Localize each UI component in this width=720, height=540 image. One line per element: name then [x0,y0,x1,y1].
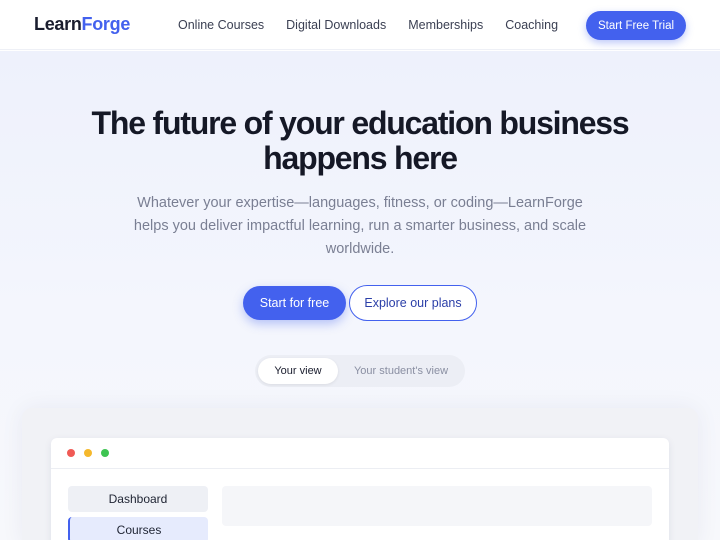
site-header: LearnForge Online Courses Digital Downlo… [0,0,720,50]
logo-part-forge: Forge [81,14,131,34]
explore-plans-button[interactable]: Explore our plans [349,285,477,321]
window-close-dot [67,449,75,457]
content-placeholder [222,486,652,526]
logo[interactable]: LearnForge [34,14,130,35]
logo-part-learn: Learn [34,14,82,34]
hero-title: The future of your education business ha… [40,106,680,176]
toggle-your-view[interactable]: Your view [258,358,338,384]
start-free-trial-button[interactable]: Start Free Trial [586,11,686,40]
hero-subtitle: Whatever your expertise—languages, fitne… [133,195,587,257]
preview-app-window: Dashboard Courses [51,438,669,540]
hero-title-line-2: happens here [263,140,458,176]
start-for-free-button[interactable]: Start for free [243,286,346,320]
window-maximize-dot [101,449,109,457]
nav-online-courses[interactable]: Online Courses [178,18,264,32]
view-toggle: Your view Your student's view [255,355,465,387]
nav-coaching[interactable]: Coaching [505,18,558,32]
window-title-bar [51,438,669,469]
sidebar-item-courses[interactable]: Courses [68,517,208,540]
nav-memberships[interactable]: Memberships [408,18,483,32]
toggle-student-view[interactable]: Your student's view [343,358,459,384]
main-nav: Online Courses Digital Downloads Members… [178,18,580,32]
hero-title-line-1: The future of your education business [91,105,630,141]
nav-digital-downloads[interactable]: Digital Downloads [286,18,386,32]
window-minimize-dot [84,449,92,457]
sidebar-item-dashboard[interactable]: Dashboard [68,486,208,512]
